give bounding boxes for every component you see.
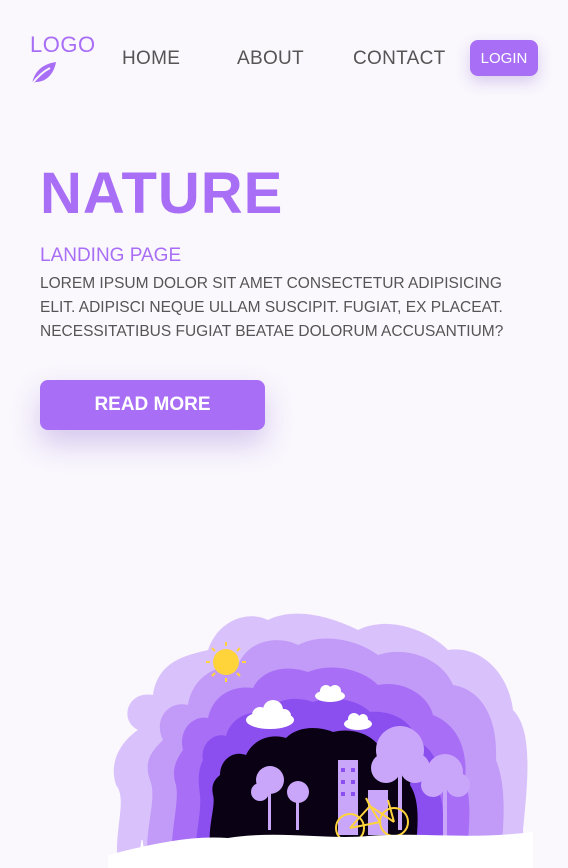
nature-illustration: [108, 613, 533, 868]
login-button[interactable]: LOGIN: [470, 40, 538, 76]
sun-icon: [213, 649, 239, 675]
hero-description: LOREM IPSUM DOLOR SIT AMET CONSECTETUR A…: [40, 275, 504, 340]
nav-home[interactable]: HOME: [122, 48, 180, 70]
nav-contact[interactable]: CONTACT: [353, 48, 446, 70]
nav-about[interactable]: ABOUT: [237, 48, 304, 70]
read-more-button[interactable]: READ MORE: [40, 380, 265, 430]
hero-subtitle: LANDING PAGE: [40, 245, 182, 266]
hero-title: NATURE: [40, 161, 284, 226]
